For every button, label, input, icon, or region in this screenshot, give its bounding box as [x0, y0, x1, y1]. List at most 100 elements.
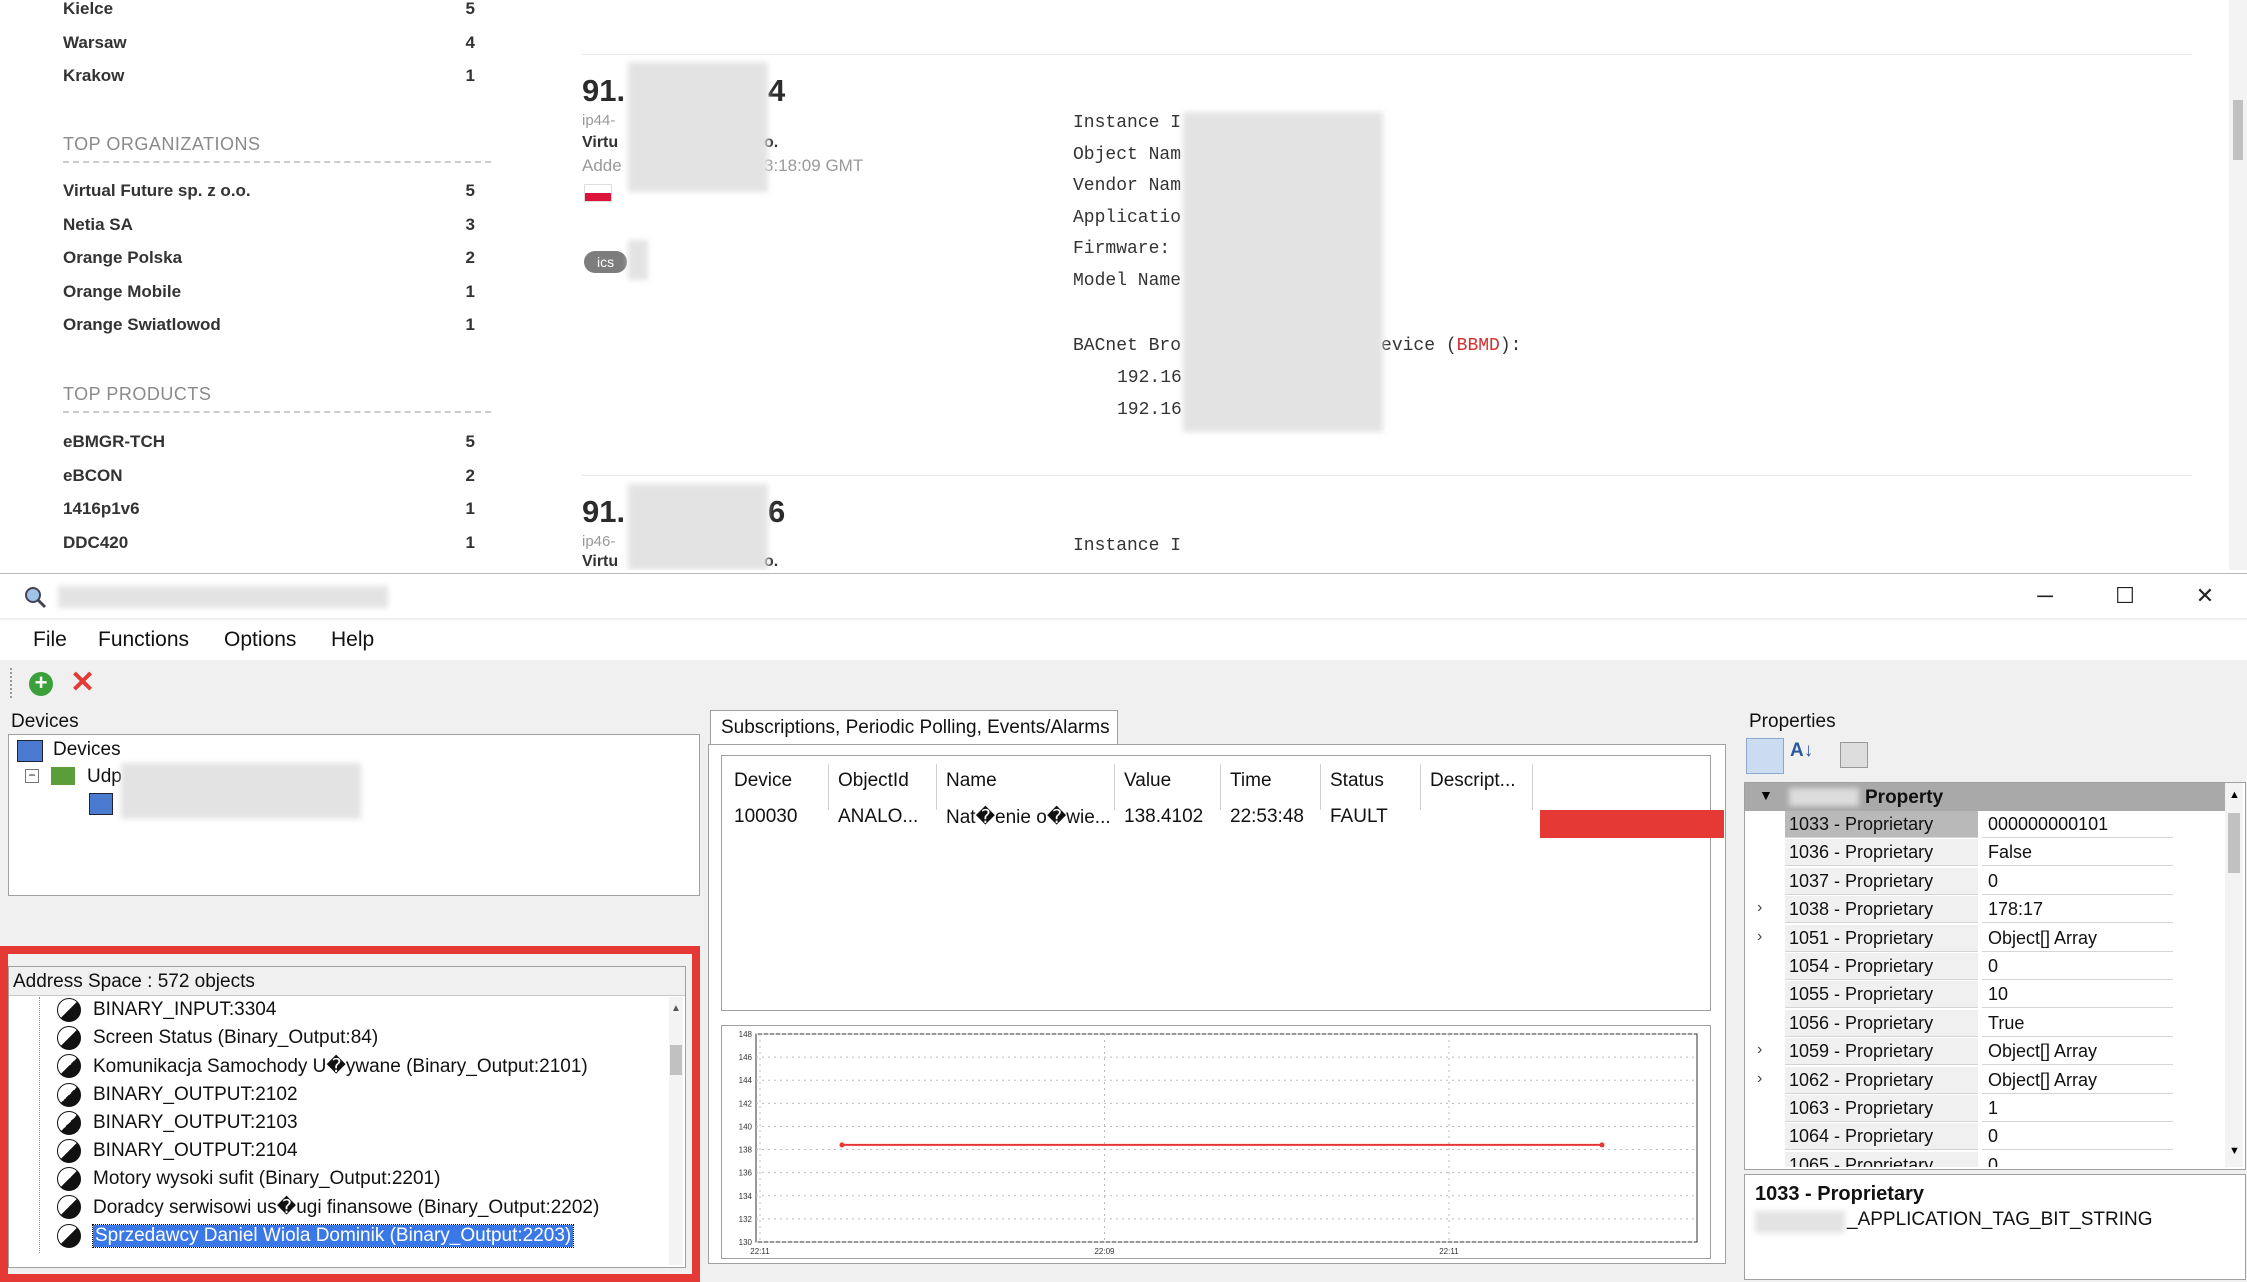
result-ip-suffix[interactable]: 4 [768, 73, 785, 109]
property-scrollbar[interactable]: ▲ ▼ [2225, 783, 2243, 1167]
top-organization-row[interactable]: Virtual Future sp. z o.o. 5 [63, 181, 475, 211]
top-organization-count: 1 [465, 315, 475, 334]
property-value[interactable]: Object[] Array [1982, 924, 2173, 952]
property-value[interactable]: 0 [1982, 953, 2173, 980]
page-scrollbar[interactable] [2229, 0, 2247, 570]
menu-options[interactable]: Options [224, 628, 296, 652]
result-ip-prefix[interactable]: 91. [582, 73, 625, 109]
grid-column-header[interactable]: Descript... [1430, 770, 1516, 792]
property-value[interactable]: True [1982, 1009, 2173, 1037]
close-button[interactable]: ✕ [2177, 574, 2233, 618]
column-separator[interactable] [1220, 764, 1221, 810]
top-organization-row[interactable]: Orange Mobile 1 [63, 282, 475, 312]
property-row[interactable]: 1065 - Proprietary 0 [1745, 1151, 2173, 1167]
property-row[interactable]: 1036 - Proprietary False [1745, 839, 2173, 867]
property-category-header[interactable]: ▼ Property [1745, 783, 2225, 811]
property-value[interactable]: 10 [1982, 981, 2173, 1009]
property-value[interactable]: 0 [1982, 1151, 2173, 1167]
property-value[interactable]: 1 [1982, 1095, 2173, 1122]
grid-column-header[interactable]: Status [1330, 770, 1384, 792]
grid-column-header[interactable]: ObjectId [838, 770, 909, 792]
result-org[interactable]: Virtu [582, 553, 618, 570]
menu-functions[interactable]: Functions [98, 628, 189, 652]
scrollbar-thumb[interactable] [2228, 813, 2240, 873]
top-city-row[interactable]: Krakow 1 [63, 66, 475, 96]
property-pages-button[interactable] [1840, 742, 1868, 768]
grid-column-header[interactable]: Device [734, 770, 792, 792]
top-organizations-title: TOP ORGANIZATIONS [63, 134, 491, 163]
result-ip-prefix[interactable]: 91. [582, 494, 625, 530]
collapse-icon[interactable]: − [25, 769, 39, 783]
tree-devices-root[interactable]: Devices [53, 739, 121, 761]
top-product-row[interactable]: 1416p1v6 1 [63, 499, 475, 529]
top-product-row[interactable]: eBMGR-TCH 5 [63, 432, 475, 462]
expand-icon[interactable]: › [1757, 928, 1762, 946]
property-row[interactable]: › 1038 - Proprietary 178:17 [1745, 896, 2173, 924]
property-row[interactable]: › 1059 - Proprietary Object[] Array [1745, 1038, 2173, 1066]
tab-subscriptions[interactable]: Subscriptions, Periodic Polling, Events/… [710, 710, 1118, 745]
property-header-label: Property [1865, 787, 1944, 808]
property-value[interactable]: False [1982, 839, 2173, 867]
column-separator[interactable] [1420, 764, 1421, 810]
property-value[interactable]: Object[] Array [1982, 1066, 2173, 1094]
property-row[interactable]: 1064 - Proprietary 0 [1745, 1123, 2173, 1151]
result-org[interactable]: Virtu [582, 134, 618, 152]
tag-ics[interactable]: ics [584, 251, 628, 273]
top-product-row[interactable]: eBCON 2 [63, 466, 475, 496]
minimize-button[interactable]: ─ [2017, 574, 2073, 618]
property-row[interactable]: › 1051 - Proprietary Object[] Array [1745, 924, 2173, 953]
top-organization-row[interactable]: Netia SA 3 [63, 215, 475, 245]
top-city-row[interactable]: Kielce 5 [63, 0, 475, 29]
description-title: 1033 - Proprietary [1755, 1183, 1924, 1205]
column-separator[interactable] [1532, 764, 1533, 810]
property-value[interactable]: 178:17 [1982, 896, 2173, 924]
property-name: 1064 - Proprietary [1785, 1123, 1978, 1151]
y-tick-label: 140 [739, 1122, 753, 1131]
grid-column-header[interactable]: Time [1230, 770, 1272, 792]
property-row[interactable]: 1055 - Proprietary 10 [1745, 981, 2173, 1009]
grid-column-header[interactable]: Value [1124, 770, 1171, 792]
remove-device-icon[interactable]: ✕ [70, 668, 95, 698]
column-separator[interactable] [1320, 764, 1321, 810]
column-separator[interactable] [1114, 764, 1115, 810]
tree-udp-node[interactable]: Udp [87, 766, 122, 788]
menu-file[interactable]: File [33, 628, 67, 652]
property-row[interactable]: 1056 - Proprietary True [1745, 1009, 2173, 1038]
expand-icon[interactable]: › [1757, 1041, 1762, 1059]
result-ip-suffix[interactable]: 6 [768, 494, 785, 530]
categorized-view-button[interactable] [1746, 738, 1784, 774]
property-row[interactable]: › 1062 - Proprietary Object[] Array [1745, 1066, 2173, 1095]
expand-icon[interactable]: › [1757, 1070, 1762, 1088]
y-tick-label: 142 [739, 1099, 753, 1108]
top-product-row[interactable]: DDC420 1 [63, 533, 475, 563]
collapse-category-icon[interactable]: ▼ [1759, 787, 1773, 803]
menu-help[interactable]: Help [331, 628, 374, 652]
top-city-row[interactable]: Warsaw 4 [63, 33, 475, 63]
top-organization-row[interactable]: Orange Polska 2 [63, 248, 475, 278]
window-title-redacted [58, 586, 388, 608]
property-row[interactable]: 1063 - Proprietary 1 [1745, 1095, 2173, 1123]
property-name: 1037 - Proprietary [1785, 867, 1978, 895]
property-value[interactable]: Object[] Array [1982, 1038, 2173, 1066]
property-row[interactable]: 1054 - Proprietary 0 [1745, 953, 2173, 981]
property-row[interactable]: 1033 - Proprietary 000000000101 [1745, 811, 2173, 839]
property-value[interactable]: 0 [1982, 867, 2173, 895]
scroll-up-icon[interactable]: ▲ [2229, 789, 2240, 801]
property-row[interactable]: 1037 - Proprietary 0 [1745, 867, 2173, 896]
column-separator[interactable] [828, 764, 829, 810]
maximize-button[interactable]: ☐ [2097, 574, 2153, 618]
top-organization-row[interactable]: Orange Swiatlowod 1 [63, 315, 475, 345]
add-device-icon[interactable]: + [29, 672, 53, 696]
scrollbar-thumb[interactable] [2233, 100, 2243, 160]
grid-column-header[interactable]: Name [946, 770, 997, 792]
top-organization-count: 3 [465, 214, 475, 234]
property-value[interactable]: 0 [1982, 1123, 2173, 1151]
trend-chart-frame: 148 146 144 142 140 138 136 134 132 130 22:11 22:09… [721, 1025, 1711, 1259]
expand-icon[interactable]: › [1757, 899, 1762, 917]
alphabetical-sort-button[interactable]: A↓ [1790, 740, 1813, 762]
property-value[interactable]: 000000000101 [1982, 811, 2173, 838]
property-name: 1065 - Proprietary [1785, 1151, 1978, 1167]
scroll-down-icon[interactable]: ▼ [2229, 1145, 2240, 1157]
top-organization-name: Netia SA [63, 214, 133, 234]
column-separator[interactable] [936, 764, 937, 810]
